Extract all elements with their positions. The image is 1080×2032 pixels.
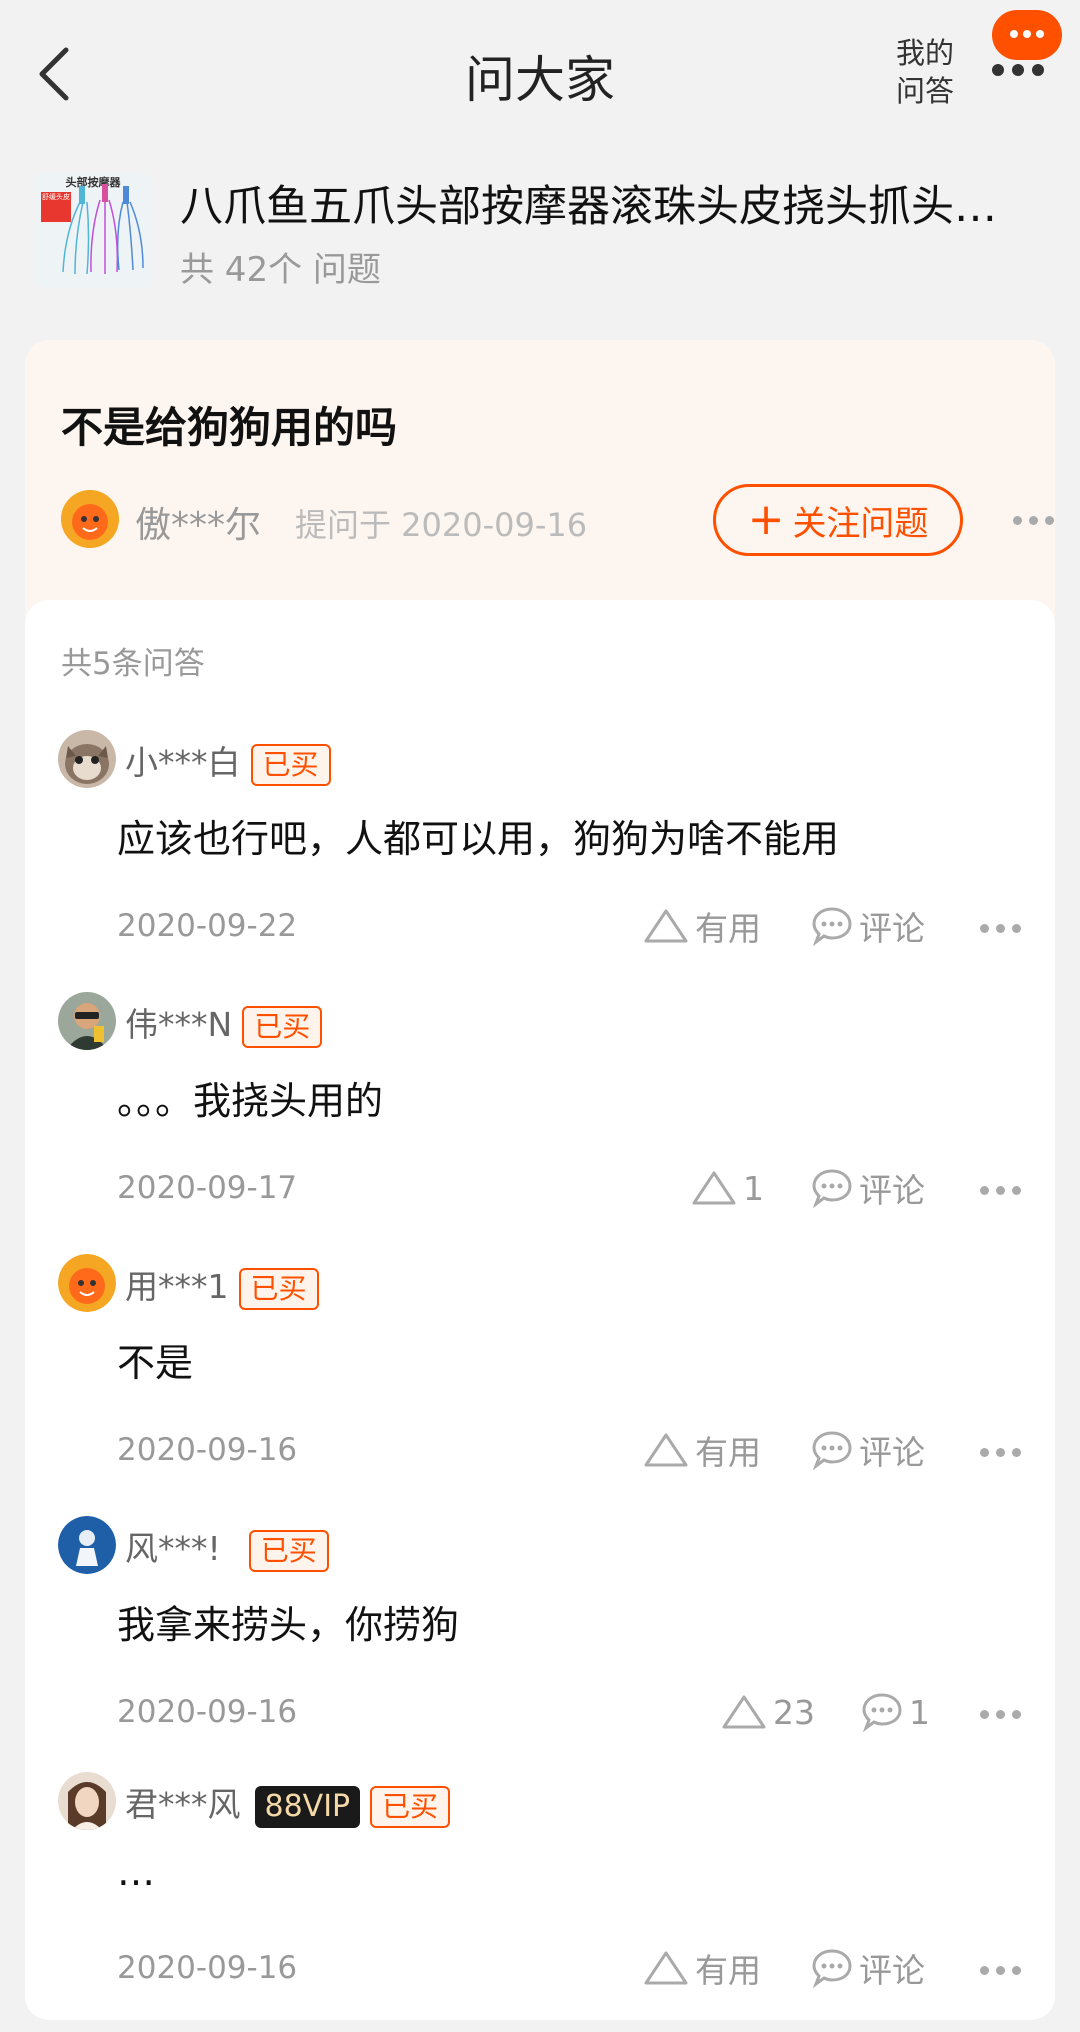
comment-button[interactable]: 评论 — [811, 1428, 925, 1472]
plus-icon: + — [747, 494, 785, 545]
useful-button[interactable]: 有用 — [643, 904, 761, 948]
comment-count: 1 — [909, 1692, 930, 1732]
follow-label: 关注问题 — [792, 503, 929, 544]
comment-label: 评论 — [859, 909, 925, 948]
avatar[interactable] — [61, 490, 119, 548]
my-qa-label-1: 我的 — [895, 36, 954, 70]
more-menu-icon[interactable] — [990, 64, 1050, 78]
question-count: 共 42个 问题 — [180, 250, 381, 290]
answer-date: 2020-09-16 — [117, 1694, 298, 1730]
answerer: 风***! 已买 — [125, 1522, 329, 1572]
triangle-up-icon — [692, 1171, 736, 1205]
answer-item: 用***1 已买 不是 2020-09-16 有用 评论 — [25, 1254, 1055, 1514]
answerer-name: 风***! — [125, 1529, 221, 1568]
useful-label: 有用 — [695, 1433, 761, 1472]
answerer-name: 君***风 — [125, 1785, 241, 1824]
avatar[interactable] — [58, 1772, 116, 1830]
comment-button[interactable]: 1 — [861, 1690, 930, 1734]
avatar[interactable] — [58, 1516, 116, 1574]
answers-card: 共5条问答 小***白 已买 应该也行吧，人都可以用，狗狗为啥不能用 2020-0… — [25, 600, 1055, 2020]
answer-text: 应该也行吧，人都可以用，狗狗为啥不能用 — [117, 817, 840, 861]
answer-date: 2020-09-16 — [117, 1950, 298, 1986]
useful-button[interactable]: 有用 — [643, 1946, 761, 1990]
answer-date: 2020-09-17 — [117, 1170, 298, 1206]
comment-button[interactable]: 评论 — [811, 904, 925, 948]
triangle-up-icon — [644, 1433, 688, 1467]
my-qa-label-2: 问答 — [895, 74, 954, 108]
useful-label: 有用 — [695, 1951, 761, 1990]
answerer-name: 伟***N — [125, 1005, 233, 1044]
answer-text: 。。。我挠头用的 — [117, 1079, 384, 1123]
useful-count: 1 — [743, 1168, 764, 1208]
product-summary[interactable]: 头部按摩器 舒缓头皮 八爪鱼五爪头部按摩器滚珠头皮挠头抓头… 共 42个 问题 — [0, 160, 1080, 300]
comment-bubble-icon — [812, 1949, 852, 1988]
question-meta: 傲***尔 提问于 2020-09-16 + 关注问题 — [61, 484, 1054, 556]
question-title: 不是给狗狗用的吗 — [61, 403, 398, 452]
bought-badge: 已买 — [242, 1005, 323, 1048]
comment-bubble-icon — [812, 907, 852, 946]
question-more-icon[interactable] — [1013, 516, 1063, 526]
useful-button[interactable]: 23 — [721, 1690, 815, 1734]
useful-label: 有用 — [695, 909, 761, 948]
answerer-name: 小***白 — [125, 743, 241, 782]
useful-button[interactable]: 有用 — [643, 1428, 761, 1472]
avatar[interactable] — [58, 992, 116, 1050]
comment-button[interactable]: 评论 — [811, 1946, 925, 1990]
answer-item: 君***风 88VIP 已买 … 2020-09-16 有用 评论 — [25, 1772, 1055, 2032]
answer-item: 风***! 已买 我拿来捞头，你捞狗 2020-09-16 23 1 — [25, 1516, 1055, 1776]
useful-button[interactable]: 1 — [691, 1166, 764, 1210]
bought-badge: 已买 — [248, 1529, 329, 1572]
answer-text: 我拿来捞头，你捞狗 — [117, 1603, 460, 1647]
answer-more-icon[interactable] — [980, 1710, 1030, 1720]
answerer-name: 用***1 — [125, 1267, 229, 1306]
asker-name: 傲***尔 — [135, 505, 262, 546]
useful-count: 23 — [773, 1692, 815, 1732]
comment-bubble-icon — [862, 1693, 902, 1732]
answer-more-icon[interactable] — [980, 1186, 1030, 1196]
comment-button[interactable]: 评论 — [811, 1166, 925, 1210]
vip-badge: 88VIP — [254, 1785, 361, 1828]
answerer: 用***1 已买 — [125, 1260, 319, 1310]
triangle-up-icon — [722, 1695, 766, 1729]
answerer: 小***白 已买 — [125, 736, 331, 786]
message-bubble-icon[interactable] — [992, 10, 1062, 60]
comment-bubble-icon — [812, 1169, 852, 1208]
triangle-up-icon — [644, 909, 688, 943]
answer-item: 伟***N 已买 。。。我挠头用的 2020-09-17 1 评论 — [25, 992, 1055, 1252]
comment-bubble-icon — [812, 1431, 852, 1470]
triangle-up-icon — [644, 1951, 688, 1985]
answerer: 君***风 88VIP 已买 — [125, 1778, 451, 1828]
product-name: 八爪鱼五爪头部按摩器滚珠头皮挠头抓头… — [180, 182, 997, 232]
answer-text: 不是 — [117, 1341, 194, 1385]
question-card: 不是给狗狗用的吗 傲***尔 提问于 2020-09-16 + 关注问题 — [25, 340, 1055, 640]
comment-label: 评论 — [859, 1171, 925, 1210]
my-qa-link[interactable]: 我的 问答 — [890, 34, 960, 110]
answer-text: … — [117, 1850, 155, 1894]
bought-badge: 已买 — [250, 743, 331, 786]
answer-more-icon[interactable] — [980, 1448, 1030, 1458]
answer-date: 2020-09-22 — [117, 908, 298, 944]
answerer: 伟***N 已买 — [125, 998, 323, 1048]
avatar[interactable] — [58, 1254, 116, 1312]
avatar[interactable] — [58, 730, 116, 788]
answer-more-icon[interactable] — [980, 924, 1030, 934]
answer-more-icon[interactable] — [980, 1966, 1030, 1976]
comment-label: 评论 — [859, 1951, 925, 1990]
comment-label: 评论 — [859, 1433, 925, 1472]
massager-illustration — [62, 184, 144, 275]
bought-badge: 已买 — [238, 1267, 319, 1310]
answer-item: 小***白 已买 应该也行吧，人都可以用，狗狗为啥不能用 2020-09-22 有… — [25, 730, 1055, 990]
answer-date: 2020-09-16 — [117, 1432, 298, 1468]
answers-count: 共5条问答 — [61, 646, 205, 682]
bought-badge: 已买 — [370, 1785, 451, 1828]
asked-date: 提问于 2020-09-16 — [295, 506, 588, 544]
follow-question-button[interactable]: + 关注问题 — [713, 484, 963, 556]
top-bar: 问大家 我的 问答 — [0, 0, 1080, 150]
product-thumbnail: 头部按摩器 舒缓头皮 — [35, 172, 151, 288]
